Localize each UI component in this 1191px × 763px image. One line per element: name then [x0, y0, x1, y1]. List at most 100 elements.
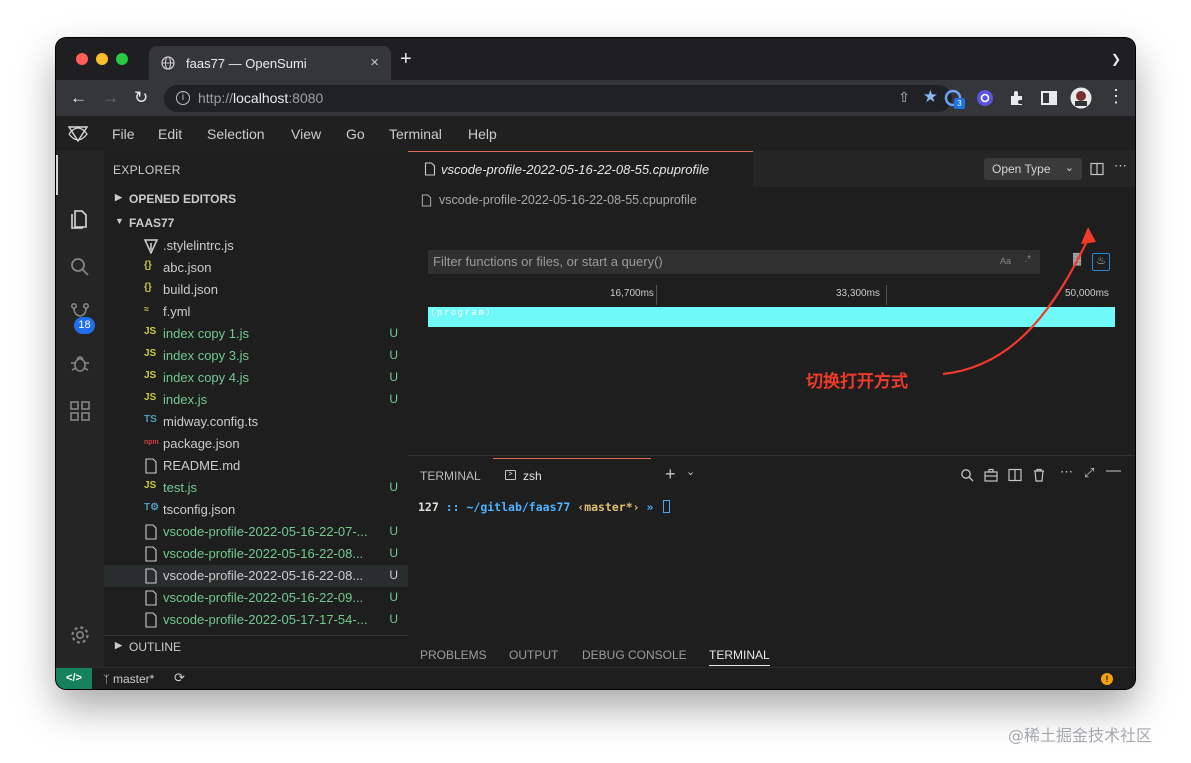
file-name: README.md [163, 458, 241, 473]
opened-editors-label: OPENED EDITORS [129, 192, 237, 206]
editor-area: vscode-profile-2022-05-16-22-08-55.cpupr… [408, 151, 1135, 455]
file-item[interactable]: T⚙ tsconfig.json [104, 499, 408, 521]
add-terminal-icon[interactable]: + [665, 464, 676, 485]
file-icon [145, 546, 157, 562]
opened-editors-section[interactable]: ▶ OPENED EDITORS [104, 188, 408, 210]
file-item[interactable]: vscode-profile-2022-05-17-17-54-... U [104, 609, 408, 631]
file-item[interactable]: TS midway.config.ts [104, 411, 408, 433]
file-name: .stylelintrc.js [163, 238, 234, 253]
at-extension-icon[interactable] [976, 89, 994, 107]
back-arrow-icon[interactable]: ← [70, 88, 87, 108]
file-item[interactable]: JS index copy 4.js U [104, 367, 408, 389]
menu-file[interactable]: File [112, 126, 135, 142]
menu-edit[interactable]: Edit [158, 126, 182, 142]
js-icon: JS [144, 480, 157, 491]
file-item[interactable]: .stylelintrc.js [104, 235, 408, 257]
chevron-down-icon[interactable]: ⌄ [686, 465, 695, 478]
new-tab-button[interactable]: + [400, 48, 412, 71]
sync-icon[interactable]: ⟳ [174, 670, 185, 686]
split-terminal-icon[interactable] [1008, 468, 1022, 482]
status-bar: </> ᛉ master* ⟳ ! [56, 667, 1135, 689]
prompt-branch: ‹master*› [570, 500, 640, 514]
terminal-tab-bar: TERMINAL > zsh + ⌄ ⋯ ⤢ — [408, 456, 1135, 492]
site-info-icon[interactable]: i [176, 91, 190, 105]
extension-icon[interactable]: 3 [944, 89, 965, 109]
file-item[interactable]: {} build.json [104, 279, 408, 301]
share-icon[interactable]: ⇧ [898, 89, 910, 106]
menu-view[interactable]: View [291, 126, 321, 142]
file-item-selected[interactable]: vscode-profile-2022-05-16-22-08... U [104, 565, 408, 587]
side-panel-icon[interactable] [1040, 89, 1058, 107]
terminal-prompt[interactable]: 127 :: ~/gitlab/faas77 ‹master*› » [418, 500, 671, 514]
file-item[interactable]: JS index copy 1.js U [104, 323, 408, 345]
file-item[interactable]: {} abc.json [104, 257, 408, 279]
notification-warning-icon[interactable]: ! [1101, 673, 1113, 685]
maximize-panel-icon[interactable]: ⤢ [1084, 465, 1094, 481]
file-item[interactable]: vscode-profile-2022-05-16-22-08... U [104, 543, 408, 565]
close-window-button[interactable] [76, 53, 88, 65]
extensions-icon[interactable] [68, 399, 92, 423]
json-icon: {} [144, 282, 152, 293]
file-name: tsconfig.json [163, 502, 236, 517]
tab-terminal[interactable]: TERMINAL [709, 648, 770, 666]
folder-section[interactable]: ▼ FAAS77 [104, 212, 408, 234]
file-icon [145, 458, 157, 474]
trash-icon[interactable] [1032, 468, 1046, 482]
url-text[interactable]: http://localhost:8080 [198, 90, 323, 106]
branch-indicator[interactable]: ᛉ master* [103, 672, 154, 686]
debug-bug-icon[interactable] [68, 351, 92, 375]
puzzle-icon[interactable] [1008, 89, 1026, 107]
address-bar[interactable]: i http://localhost:8080 ⇧ ★ [164, 85, 952, 112]
file-name: vscode-profile-2022-05-16-22-07-... [163, 524, 368, 539]
file-item[interactable]: ≈ f.yml [104, 301, 408, 323]
git-status: U [389, 590, 398, 604]
browser-tab-strip: faas77 — OpenSumi × + ❯ [56, 38, 1135, 80]
terminal-panel: TERMINAL > zsh + ⌄ ⋯ ⤢ — 127 :: ~/gitlab… [408, 455, 1135, 667]
menu-go[interactable]: Go [346, 126, 365, 142]
tab-search-chevron-icon[interactable]: ❯ [1111, 52, 1121, 66]
more-actions-icon[interactable]: ⋯ [1060, 464, 1073, 480]
forward-arrow-icon[interactable]: → [102, 88, 119, 108]
remote-indicator[interactable]: </> [56, 668, 92, 689]
tab-debug-console[interactable]: DEBUG CONSOLE [582, 648, 687, 662]
js-icon: JS [144, 326, 157, 337]
terminal-tab-zsh[interactable]: > zsh [493, 458, 651, 490]
minimize-window-button[interactable] [96, 53, 108, 65]
maximize-window-button[interactable] [116, 53, 128, 65]
file-item[interactable]: JS test.js U [104, 477, 408, 499]
close-tab-icon[interactable]: × [370, 54, 379, 71]
file-item[interactable]: JS index copy 3.js U [104, 345, 408, 367]
file-item[interactable]: README.md [104, 455, 408, 477]
file-item[interactable]: npm package.json [104, 433, 408, 455]
kebab-menu-icon[interactable]: ⋮ [1107, 86, 1125, 107]
profile-avatar[interactable] [1070, 87, 1092, 109]
menu-selection[interactable]: Selection [207, 126, 265, 142]
file-item[interactable]: vscode-profile-2022-05-16-22-07-... U [104, 521, 408, 543]
activity-bar: 18 [56, 151, 104, 667]
git-status: U [389, 326, 398, 340]
file-name: f.yml [163, 304, 191, 319]
browser-window: faas77 — OpenSumi × + ❯ ← → ↻ i http://l… [56, 38, 1135, 689]
explorer-files-icon[interactable] [68, 207, 92, 231]
browser-tab[interactable]: faas77 — OpenSumi × [149, 46, 391, 80]
git-status: U [389, 480, 398, 494]
outline-section[interactable]: ▶ OUTLINE [104, 635, 408, 657]
file-item[interactable]: vscode-profile-2022-05-16-22-09... U [104, 587, 408, 609]
minimize-panel-icon[interactable]: — [1106, 462, 1121, 479]
menu-help[interactable]: Help [468, 126, 497, 142]
file-item[interactable]: JS index.js U [104, 389, 408, 411]
chevron-right-icon: ▶ [115, 192, 122, 202]
search-icon[interactable] [960, 468, 974, 482]
tab-output[interactable]: OUTPUT [509, 648, 558, 662]
file-icon [145, 590, 157, 606]
search-icon[interactable] [68, 255, 92, 279]
git-status: U [389, 524, 398, 538]
menu-terminal[interactable]: Terminal [389, 126, 442, 142]
toolbox-icon[interactable] [984, 468, 998, 482]
yaml-icon: ≈ [144, 304, 149, 314]
bookmark-star-icon[interactable]: ★ [923, 87, 938, 107]
settings-gear-icon[interactable] [68, 623, 92, 647]
active-indicator [56, 155, 58, 195]
reload-icon[interactable]: ↻ [134, 88, 148, 108]
tab-problems[interactable]: PROBLEMS [420, 648, 487, 662]
